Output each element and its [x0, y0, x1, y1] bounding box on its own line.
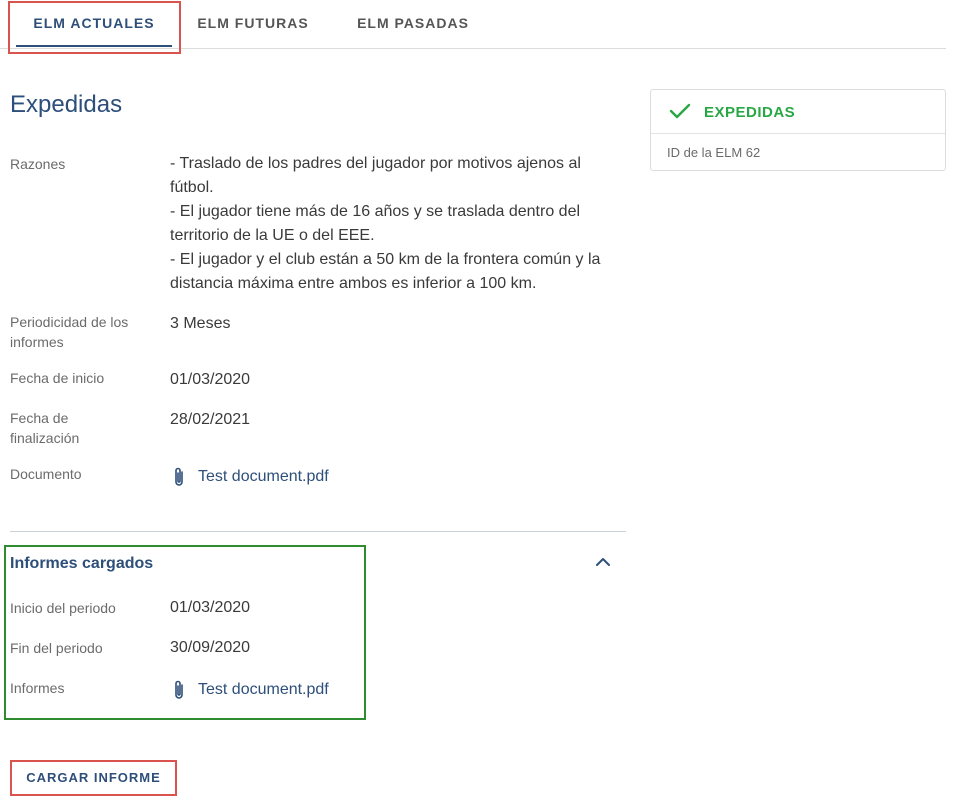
fecha-inicio-label: Fecha de inicio [10, 370, 105, 386]
razones-line: territorio de la UE o del EEE. [170, 227, 375, 244]
section-divider [10, 531, 626, 532]
documento-filename: Test document.pdf [198, 468, 329, 485]
highlight-box-tab [8, 1, 181, 54]
periodicidad-label: Periodicidad de los informes [10, 312, 160, 352]
tab-elm-futuras-label: ELM FUTURAS [197, 15, 309, 31]
fecha-fin-label-line: Fecha de [10, 410, 69, 426]
razones-line: distancia máxima entre ambos es inferior… [170, 275, 537, 292]
tab-elm-pasadas[interactable]: ELM PASADAS [346, 0, 480, 48]
razones-line: fútbol. [170, 179, 214, 196]
fecha-fin-label-line: finalización [10, 430, 80, 446]
razones-label: Razones [10, 156, 66, 172]
fin-periodo-label: Fin del periodo [10, 640, 103, 656]
razones-value: - Traslado de los padres del jugador por… [170, 152, 630, 296]
inicio-periodo-value: 01/03/2020 [170, 599, 251, 616]
page-title: Expedidas [10, 91, 123, 118]
documento-label: Documento [10, 466, 82, 482]
chevron-up-icon[interactable] [593, 554, 613, 570]
fin-periodo-value: 30/09/2020 [170, 639, 251, 656]
informe-filename: Test document.pdf [198, 681, 329, 698]
inicio-periodo-label: Inicio del periodo [10, 600, 116, 616]
fecha-fin-label: Fecha de finalización [10, 408, 160, 448]
cargar-informe-button[interactable]: CARGAR INFORME [10, 760, 177, 796]
informe-document-link[interactable]: Test document.pdf [170, 679, 329, 701]
paperclip-icon [175, 467, 183, 486]
checkmark-icon [669, 103, 691, 119]
tab-elm-futuras[interactable]: ELM FUTURAS [188, 0, 318, 48]
razones-line: - El jugador y el club están a 50 km de … [170, 251, 601, 268]
fecha-inicio-value: 01/03/2020 [170, 371, 251, 388]
tab-elm-pasadas-label: ELM PASADAS [357, 15, 469, 31]
periodicidad-value: 3 Meses [170, 315, 231, 332]
periodicidad-label-line: informes [10, 334, 64, 350]
elm-id-text: ID de la ELM 62 [667, 145, 761, 160]
status-card: EXPEDIDAS ID de la ELM 62 [650, 89, 946, 171]
informes-cargados-title: Informes cargados [10, 555, 154, 572]
documento-link[interactable]: Test document.pdf [170, 466, 329, 488]
paperclip-icon [175, 680, 183, 699]
periodicidad-label-line: Periodicidad de los [10, 314, 129, 330]
status-card-header: EXPEDIDAS [651, 90, 945, 134]
razones-line: - El jugador tiene más de 16 años y se t… [170, 203, 581, 220]
status-badge: EXPEDIDAS [704, 104, 796, 121]
razones-line: - Traslado de los padres del jugador por… [170, 155, 581, 172]
fecha-fin-value: 28/02/2021 [170, 411, 251, 428]
informes-label: Informes [10, 680, 65, 696]
